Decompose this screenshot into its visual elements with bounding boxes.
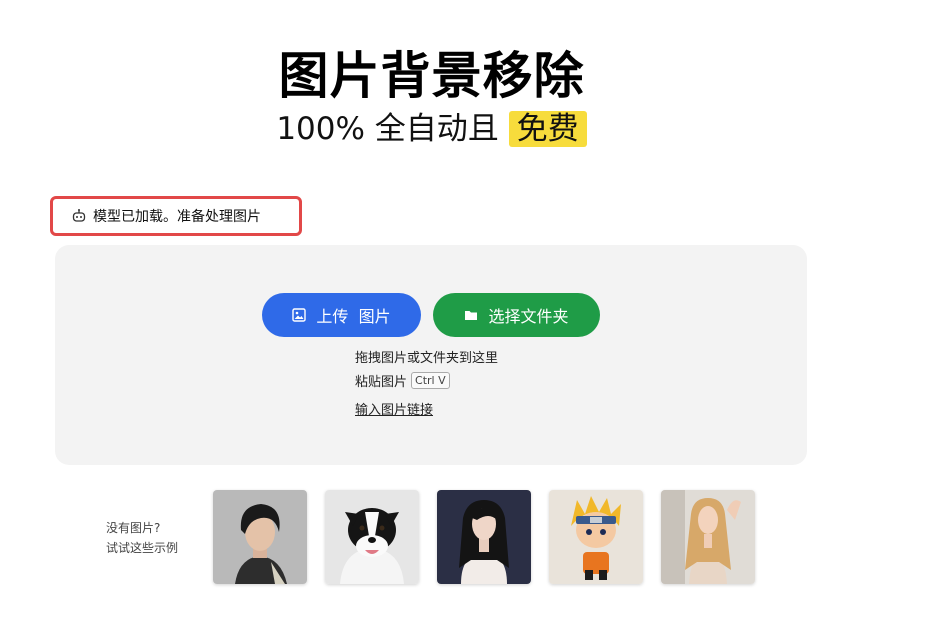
drag-hint: 拖拽图片或文件夹到这里 (355, 351, 499, 366)
upload-image-button[interactable]: 上传 图片 (262, 293, 421, 337)
samples-line2: 试试这些示例 (106, 541, 179, 555)
paste-shortcut-key: Ctrl V (411, 372, 450, 389)
sample-image-dog[interactable] (325, 490, 419, 584)
robot-icon (71, 208, 87, 224)
samples-prompt: 没有图片? 试试这些示例 (106, 518, 178, 558)
page-title: 图片背景移除 (278, 47, 585, 105)
folder-icon (464, 308, 478, 322)
subtitle-prefix: 100% 全自动且 (276, 111, 499, 147)
sample-image-woman[interactable] (437, 490, 531, 584)
paste-label: 粘贴图片 (355, 375, 408, 390)
image-url-link[interactable]: 输入图片链接 (355, 399, 433, 418)
select-folder-button[interactable]: 选择文件夹 (433, 293, 600, 337)
status-text: 模型已加载。准备处理图片 (93, 209, 261, 225)
model-status: 模型已加载。准备处理图片 (50, 196, 302, 236)
page-subtitle: 100% 全自动且 免费 (0, 103, 863, 148)
image-icon (292, 308, 307, 322)
paste-hint: 粘贴图片 Ctrl V (355, 371, 450, 390)
subtitle-free-badge: 免费 (508, 111, 587, 147)
samples-line1: 没有图片? (106, 521, 161, 535)
sample-image-blonde[interactable] (661, 490, 755, 584)
sample-image-man[interactable] (213, 490, 307, 584)
folder-label: 选择文件夹 (488, 307, 569, 326)
upload-label: 上传 图片 (316, 307, 391, 326)
upload-dropzone[interactable]: 上传 图片 选择文件夹 拖拽图片或文件夹到这里 粘贴图片 Ctrl V 输入图片… (55, 245, 807, 465)
sample-image-figure[interactable] (549, 490, 643, 584)
